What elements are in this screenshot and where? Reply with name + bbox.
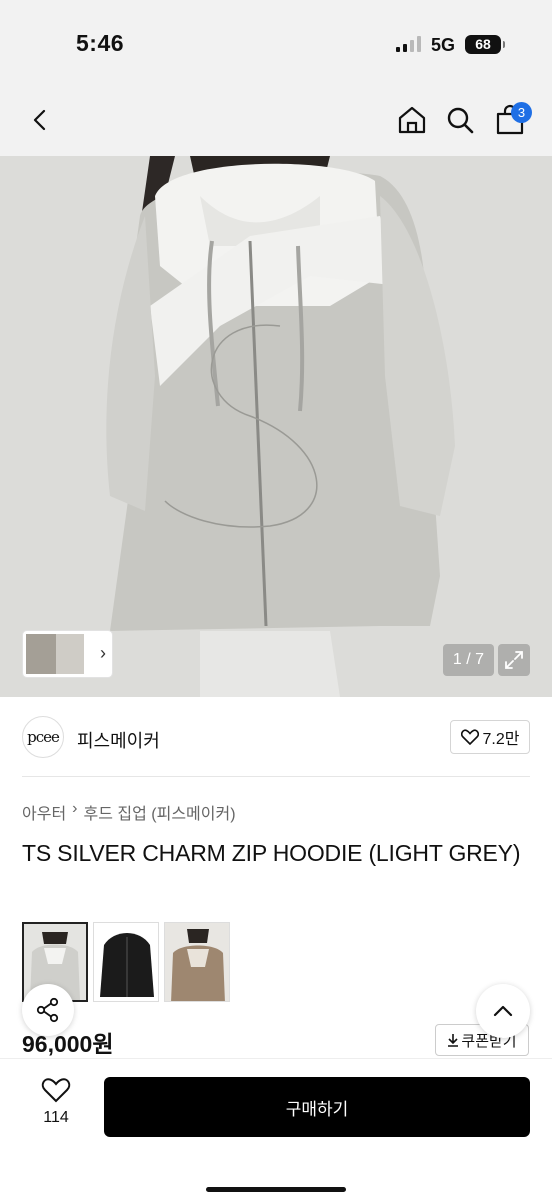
breadcrumb-item[interactable]: 아우터	[22, 800, 66, 824]
battery-icon: 68	[465, 35, 505, 54]
search-icon	[447, 107, 474, 134]
cart-count-badge: 3	[511, 102, 532, 123]
variant-brown[interactable]	[164, 922, 230, 1002]
image-counter: 1 / 7	[443, 644, 494, 676]
gallery-thumbnail	[56, 634, 84, 674]
expand-image-button[interactable]	[498, 644, 530, 676]
brand-like-count: 7.2만	[482, 731, 520, 748]
chevron-right-icon: ›	[72, 800, 78, 817]
share-button[interactable]	[22, 984, 74, 1036]
heart-icon	[460, 729, 479, 745]
hoodie-photo	[0, 156, 552, 697]
home-indicator	[206, 1187, 346, 1192]
brand-name[interactable]: 피스메이커	[77, 727, 160, 753]
product-image[interactable]: › 1 / 7	[0, 156, 552, 697]
back-button[interactable]	[18, 98, 62, 142]
expand-icon	[505, 651, 523, 669]
download-icon	[448, 1034, 459, 1047]
gallery-thumbnail-strip[interactable]: ›	[22, 630, 113, 678]
cart-button[interactable]: 3	[488, 98, 532, 142]
share-icon	[36, 997, 59, 1023]
chevron-up-icon	[493, 1005, 513, 1017]
bottom-action-bar: 114 구매하기	[0, 1058, 552, 1200]
heart-icon	[41, 1078, 71, 1103]
chevron-left-icon	[33, 109, 46, 131]
product-title: TS SILVER CHARM ZIP HOODIE (LIGHT GREY)	[22, 840, 521, 866]
home-icon	[398, 106, 426, 134]
network-type: 5G	[431, 35, 456, 55]
signal-icon	[396, 36, 422, 52]
scroll-to-top-button[interactable]	[476, 984, 530, 1038]
home-button[interactable]	[390, 98, 434, 142]
search-button[interactable]	[438, 98, 482, 142]
gallery-thumbnail	[26, 634, 56, 674]
wishlist-count: 114	[43, 1109, 69, 1126]
divider	[22, 776, 530, 777]
wishlist-button[interactable]: 114	[30, 1077, 82, 1135]
status-bar: 5:46 5G 68	[0, 0, 552, 88]
breadcrumb: 아우터 › 후드 집업 (피스메이커)	[22, 800, 236, 824]
variant-thumbnail	[165, 923, 229, 1001]
breadcrumb-item[interactable]: 후드 집업 (피스메이커)	[84, 800, 236, 824]
buy-button[interactable]: 구매하기	[104, 1077, 530, 1137]
brand-like-button[interactable]: 7.2만	[450, 720, 530, 754]
variant-thumbnail	[94, 923, 158, 1001]
brand-logo[interactable]: pcee	[22, 716, 64, 758]
nav-bar: 3	[0, 88, 552, 156]
variant-black[interactable]	[93, 922, 159, 1002]
status-time: 5:46	[76, 30, 125, 56]
chevron-right-icon: ›	[100, 643, 106, 663]
